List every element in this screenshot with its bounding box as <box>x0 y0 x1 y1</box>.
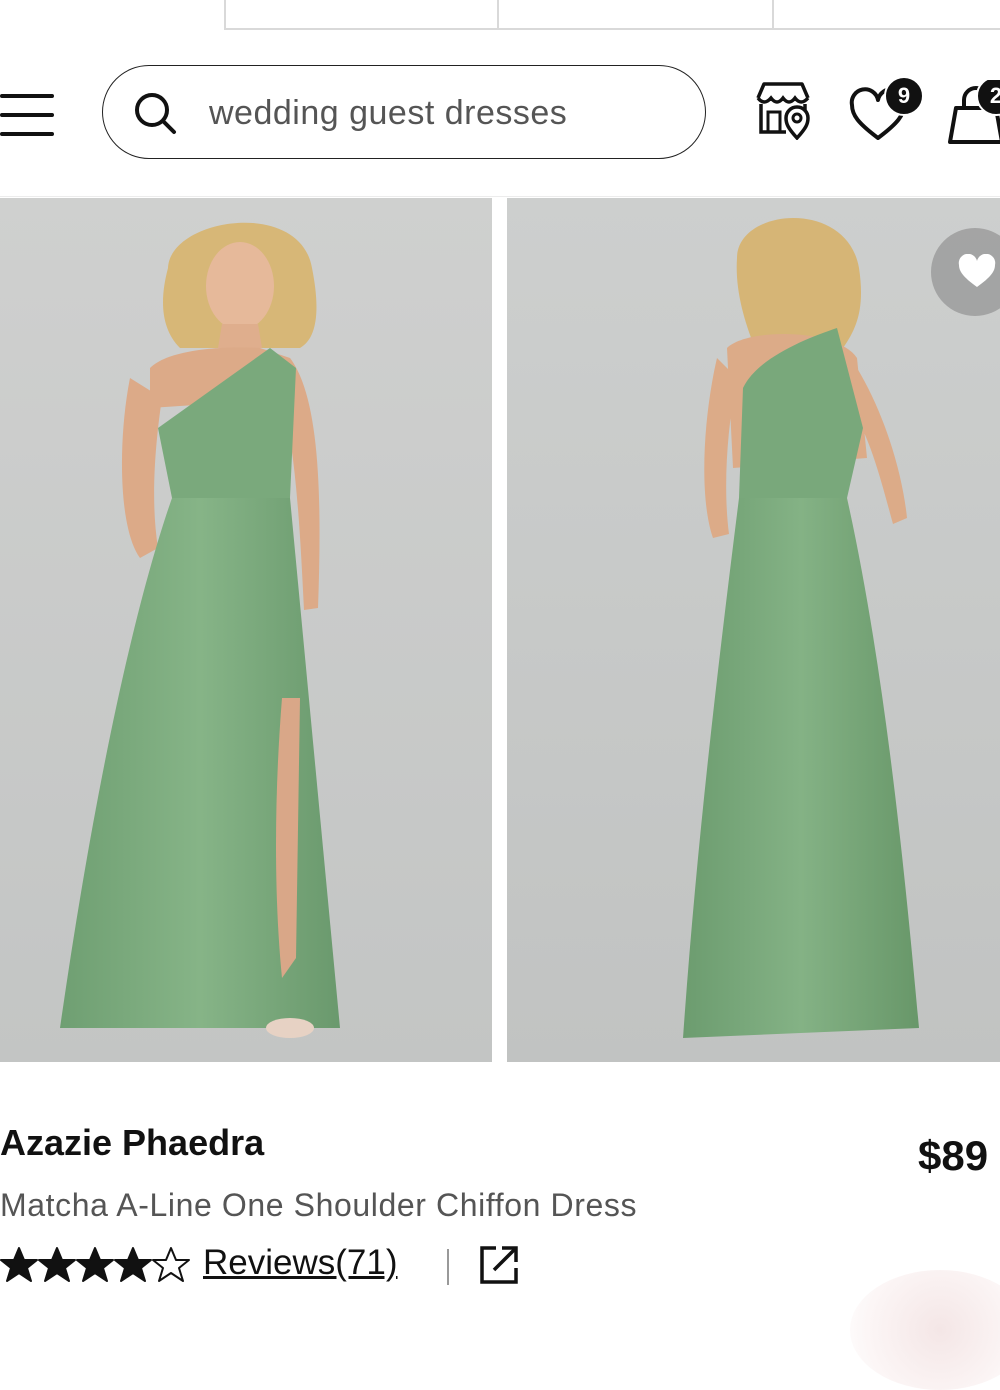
store-location-icon[interactable] <box>752 80 814 140</box>
search-icon <box>135 93 176 134</box>
decorative-blush <box>850 1270 1000 1390</box>
dress-back-photo <box>507 198 1000 1062</box>
heart-icon <box>958 254 996 287</box>
search-bar[interactable] <box>102 65 706 159</box>
cart-button[interactable]: 2 <box>944 80 1000 146</box>
star-empty-icon <box>152 1247 190 1282</box>
external-link-icon[interactable] <box>478 1244 520 1286</box>
wishlist-count-badge: 9 <box>884 76 924 116</box>
wishlist-button[interactable]: 9 <box>848 76 928 144</box>
star-filled-icon <box>0 1247 38 1282</box>
tab-strip <box>0 0 1000 32</box>
star-filled-icon <box>76 1247 114 1282</box>
star-filled-icon <box>114 1247 152 1282</box>
divider <box>447 1249 449 1285</box>
site-header: 9 2 <box>0 32 1000 197</box>
tab-divider <box>772 0 774 30</box>
tab-strip-underline <box>224 28 1000 30</box>
dress-front-photo <box>0 198 492 1062</box>
hamburger-menu-button[interactable] <box>0 94 54 136</box>
reviews-link[interactable]: Reviews(71) <box>203 1243 398 1283</box>
tab-divider <box>224 0 226 30</box>
product-image-front[interactable] <box>0 198 492 1062</box>
product-description: Matcha A-Line One Shoulder Chiffon Dress <box>0 1187 638 1223</box>
search-input[interactable] <box>207 86 681 140</box>
product-image-back[interactable] <box>507 198 1000 1062</box>
star-filled-icon <box>38 1247 76 1282</box>
rating-stars <box>0 1246 190 1286</box>
product-brand: Azazie Phaedra <box>0 1122 265 1163</box>
tab-divider <box>497 0 499 30</box>
product-price: $89 <box>918 1132 989 1179</box>
